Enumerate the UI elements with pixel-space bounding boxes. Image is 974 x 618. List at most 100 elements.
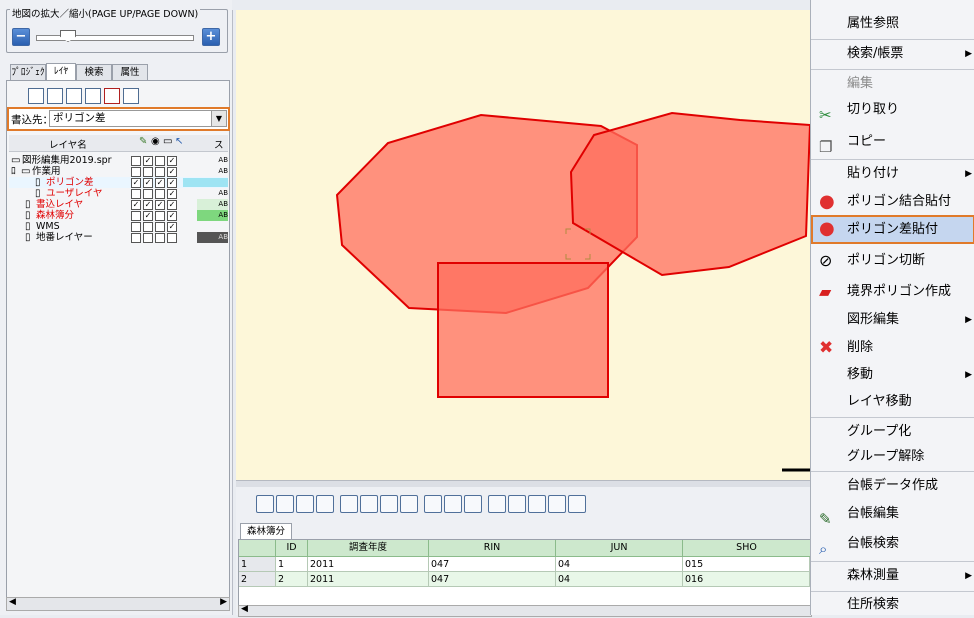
layer-checkbox[interactable] [131,156,141,166]
table-cell[interactable]: 2 [276,572,308,587]
table-icon[interactable] [316,495,334,513]
layer-tool-1-icon[interactable] [28,88,44,104]
table-export-icon[interactable] [444,495,462,513]
layer-checkbox[interactable]: ✓ [143,211,153,221]
column-header[interactable]: JUN [556,540,683,557]
layer-delete-icon[interactable] [104,88,120,104]
table-delete-icon[interactable] [424,495,442,513]
layer-checkbox[interactable]: ✓ [167,211,177,221]
menu-item-forest-survey[interactable]: 森林測量 ▶ [811,562,974,590]
zoom-slider-track[interactable] [36,35,194,41]
layer-checkbox[interactable]: ✓ [167,178,177,188]
tab-attribute[interactable]: 属性 [112,64,148,81]
tab-layer[interactable]: ﾚｲﾔ [46,63,76,81]
scroll-left-icon[interactable]: ◀ [241,604,248,614]
layer-checkbox[interactable]: ✓ [143,178,153,188]
zoom-in-button[interactable]: + [202,28,220,46]
menu-item-search-report[interactable]: 検索/帳票 ▶ [811,40,974,68]
table-cell[interactable]: 2011 [308,572,429,587]
layer-checkbox[interactable]: ✓ [143,200,153,210]
tree-toggle-icon[interactable]: ﾛ [11,166,16,177]
layer-checkbox[interactable] [155,189,165,199]
menu-item-cut[interactable]: ✂ 切り取り [811,96,974,124]
layer-row[interactable]: ▯ ユーザレイヤ ✓ AB [9,188,228,199]
table-cell[interactable]: 016 [683,572,810,587]
layer-row[interactable]: ﾛ ▭ 作業用 ✓ AB [9,166,228,177]
menu-item-address-search[interactable]: 住所検索 [811,592,974,615]
layer-checkbox[interactable]: ✓ [155,178,165,188]
calculator-icon[interactable] [340,495,358,513]
layer-checkbox[interactable]: ✓ [167,200,177,210]
layer-checkbox[interactable]: ✓ [167,222,177,232]
record-icon[interactable] [528,495,546,513]
layer-checkbox[interactable] [143,233,153,243]
menu-item-shape-edit[interactable]: 図形編集 ▶ [811,306,974,334]
table-cell[interactable]: 2011 [308,557,429,572]
column-header[interactable]: RIN [429,540,556,557]
layer-checkbox[interactable]: ✓ [155,200,165,210]
tab-search[interactable]: 検索 [76,64,112,81]
layer-checkbox[interactable] [155,211,165,221]
table-edit-icon[interactable] [400,495,418,513]
layer-checkbox[interactable] [155,156,165,166]
layer-add-icon[interactable] [47,88,63,104]
map-canvas[interactable] [236,10,812,480]
menu-item-ungroup[interactable]: グループ解除 [811,443,974,471]
table-row[interactable]: 1 1 2011 047 04 015 [239,557,810,572]
menu-item-attribute-ref[interactable]: 属性参照 [811,10,974,38]
tab-project[interactable]: ﾌﾟﾛｼﾞｪｸﾄ [10,64,46,94]
layer-checkbox[interactable] [143,167,153,177]
layer-checkbox[interactable] [143,222,153,232]
layer-row[interactable]: ▯ 森林簿分 ✓ ✓ AB [9,210,228,221]
scroll-left-icon[interactable]: ◀ [9,597,16,607]
chart-icon[interactable] [360,495,378,513]
menu-item-ledger-search[interactable]: ⌕ 台帳検索 [811,530,974,558]
layer-row[interactable]: ▯ ポリゴン差 ✓ ✓ ✓ ✓ [9,177,228,188]
layer-insert-icon[interactable] [66,88,82,104]
menu-item-ledger-create[interactable]: 台帳データ作成 [811,472,974,500]
layer-checkbox[interactable]: ✓ [167,156,177,166]
record-icon[interactable] [488,495,506,513]
menu-item-polygon-union-paste[interactable]: ● ポリゴン結合貼付 [811,188,974,216]
scroll-right-icon[interactable]: ▶ [220,597,227,607]
layer-checkbox[interactable] [131,233,141,243]
layer-checkbox[interactable]: ✓ [167,167,177,177]
chevron-down-icon[interactable]: ▼ [211,110,227,127]
layer-checkbox[interactable]: ✓ [167,189,177,199]
layer-row[interactable]: ▯ WMS ✓ [9,221,228,232]
layer-panel-scrollbar[interactable]: ◀ ▶ [6,597,230,611]
table-cell[interactable]: 1 [276,557,308,572]
layer-checkbox[interactable] [155,233,165,243]
record-icon[interactable] [508,495,526,513]
menu-item-ledger-edit[interactable]: ✎ 台帳編集 [811,500,974,528]
layer-checkbox[interactable] [167,233,177,243]
menu-item-delete[interactable]: ✖ 削除 [811,334,974,362]
layer-checkbox[interactable] [155,167,165,177]
table-row[interactable]: 2 2 2011 047 04 016 [239,572,810,587]
layer-row[interactable]: ▭ 図形編集用2019.spr ✓ ✓ AB [9,155,228,166]
column-header[interactable]: SHO [683,540,811,557]
tab-forest-book[interactable]: 森林簿分 [240,523,292,540]
layer-checkbox[interactable] [131,211,141,221]
table-cell[interactable]: 047 [429,557,556,572]
search-icon[interactable] [296,495,314,513]
map-shapes[interactable] [236,10,812,480]
layer-checkbox[interactable] [143,189,153,199]
table-cell[interactable]: 047 [429,572,556,587]
menu-item-polygon-diff-paste[interactable]: ● ポリゴン差貼付 [811,215,974,244]
layer-checkbox[interactable] [131,167,141,177]
menu-item-paste[interactable]: 貼り付け ▶ [811,160,974,188]
table-import-icon[interactable] [464,495,482,513]
layer-copy-icon[interactable] [85,88,101,104]
zoom-out-button[interactable]: − [12,28,30,46]
menu-item-group[interactable]: グループ化 [811,418,974,446]
menu-item-move[interactable]: 移動 ▶ [811,361,974,389]
search-icon[interactable] [568,495,586,513]
layer-checkbox[interactable] [155,222,165,232]
column-header[interactable]: ID [276,540,308,557]
layer-checkbox[interactable]: ✓ [131,200,141,210]
record-icon[interactable] [548,495,566,513]
table-cell[interactable]: 04 [556,572,683,587]
polygon-shape[interactable] [437,262,609,398]
table-cell[interactable]: 015 [683,557,810,572]
